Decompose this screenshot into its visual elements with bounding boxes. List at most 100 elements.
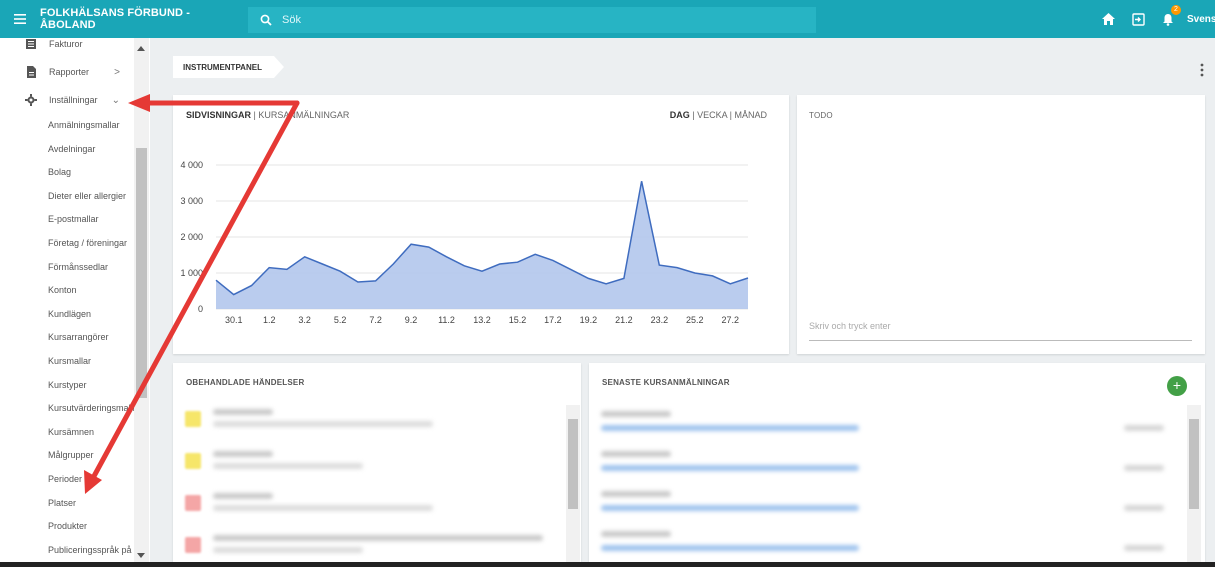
data-point[interactable] [232,293,236,297]
language-selector[interactable]: Svenska [1187,14,1215,25]
notifications-icon[interactable]: 2 [1157,5,1181,30]
data-point[interactable] [391,262,395,266]
event-row-text[interactable] [213,505,433,511]
data-point[interactable] [569,267,573,271]
registration-row-link[interactable] [601,545,859,551]
registration-row-link[interactable] [601,425,859,431]
sidebar-subitem[interactable]: Perioder [48,474,138,484]
event-row-text[interactable] [213,547,363,553]
sidebar-scrollbar-thumb[interactable] [136,148,147,398]
data-point[interactable] [657,263,661,267]
breadcrumb[interactable]: INSTRUMENTPANEL [173,56,284,78]
registration-row-link[interactable] [601,505,859,511]
data-point[interactable] [249,284,253,288]
data-point[interactable] [480,269,484,273]
data-point[interactable] [214,278,218,282]
add-registration-button[interactable]: + [1167,376,1187,396]
x-tick-label: 9.2 [405,315,418,325]
scroll-down-arrow[interactable] [137,553,145,558]
sidebar-item-fakturor[interactable]: Fakturor [0,38,140,56]
todo-title: TODO [809,111,833,120]
sidebar-subitem[interactable]: Anmälningsmallar [48,120,138,130]
sidebar-item-installningar[interactable]: Inställningar ⌄ [0,88,140,112]
sidebar-subitem[interactable]: Kursarrangörer [48,332,138,342]
x-tick-label: 23.2 [651,315,669,325]
search-placeholder: Sök [282,14,301,26]
sidebar-subitem[interactable]: Platser [48,498,138,508]
search-input[interactable]: Sök [248,7,816,33]
data-point[interactable] [746,276,750,280]
data-point[interactable] [445,255,449,259]
sidebar-subitem[interactable]: Kursämnen [48,427,138,437]
todo-card: TODO Skriv och tryck enter [797,95,1205,354]
sidebar-subitem[interactable]: Dieter eller allergier [48,191,138,201]
data-point[interactable] [409,242,413,246]
x-tick-label: 27.2 [722,315,740,325]
sidebar-subitem[interactable]: Avdelningar [48,144,138,154]
sidebar-subitem[interactable]: Publiceringsspråk på webben [48,545,138,555]
data-point[interactable] [551,258,555,262]
y-tick-label: 3 000 [180,196,203,206]
sidebar-subitem[interactable]: Kursmallar [48,356,138,366]
home-icon[interactable] [1097,8,1119,30]
data-point[interactable] [303,255,307,259]
registration-row-date [1124,505,1164,511]
report-icon [27,66,36,78]
sidebar-subitem[interactable]: E-postmallar [48,214,138,224]
data-point[interactable] [267,266,271,270]
sidebar-subitem[interactable]: Produkter [48,521,138,531]
sidebar-subitem[interactable]: Kurstyper [48,380,138,390]
event-row-text[interactable] [213,409,273,415]
event-row-text[interactable] [213,535,543,541]
registration-row-text[interactable] [601,491,671,497]
sidebar-subitem[interactable]: Förmånssedlar [48,262,138,272]
data-point[interactable] [728,282,732,286]
sidebar-subitem[interactable]: Målgrupper [48,450,138,460]
event-row-text[interactable] [213,451,273,457]
data-point[interactable] [586,276,590,280]
event-row-text[interactable] [213,421,433,427]
data-point[interactable] [427,245,431,249]
app-title[interactable]: FOLKHÄLSANS FÖRBUND - ÅBOLAND [40,7,235,31]
x-tick-label: 15.2 [509,315,527,325]
data-point[interactable] [693,271,697,275]
data-point[interactable] [675,266,679,270]
data-point[interactable] [640,179,644,183]
logout-icon[interactable] [1127,8,1149,30]
data-point[interactable] [515,260,519,264]
sidebar-subitem[interactable]: Företag / föreningar [48,238,138,248]
registration-row-date [1124,545,1164,551]
event-row-text[interactable] [213,463,363,469]
more-options-icon[interactable] [1200,63,1204,80]
menu-icon[interactable] [0,0,40,38]
scroll-up-arrow[interactable] [137,46,145,51]
sidebar: Fakturor Rapporter > Inställningar ⌄ Anm… [0,38,150,567]
registration-row-text[interactable] [601,451,671,457]
sidebar-subitem[interactable]: Kursutvärderingsmallar [48,403,138,413]
registrations-scrollbar-thumb[interactable] [1189,419,1199,509]
data-point[interactable] [338,269,342,273]
data-point[interactable] [622,276,626,280]
registration-row-text[interactable] [601,531,671,537]
sidebar-subitem[interactable]: Konton [48,285,138,295]
sidebar-subitem[interactable]: Kundlägen [48,309,138,319]
events-scrollbar-thumb[interactable] [568,419,578,509]
data-point[interactable] [533,252,537,256]
event-row-text[interactable] [213,493,273,499]
registration-row-link[interactable] [601,465,859,471]
sidebar-subitem[interactable]: Bolag [48,167,138,177]
data-point[interactable] [711,274,715,278]
chevron-right-icon: > [114,66,120,78]
invoice-icon [26,39,36,49]
todo-input[interactable]: Skriv och tryck enter [809,321,1192,341]
data-point[interactable] [604,282,608,286]
registration-row-text[interactable] [601,411,671,417]
data-point[interactable] [374,279,378,283]
sidebar-item-rapporter[interactable]: Rapporter > [0,60,140,84]
x-tick-label: 19.2 [580,315,598,325]
data-point[interactable] [462,264,466,268]
data-point[interactable] [320,262,324,266]
data-point[interactable] [285,267,289,271]
data-point[interactable] [498,262,502,266]
data-point[interactable] [356,280,360,284]
